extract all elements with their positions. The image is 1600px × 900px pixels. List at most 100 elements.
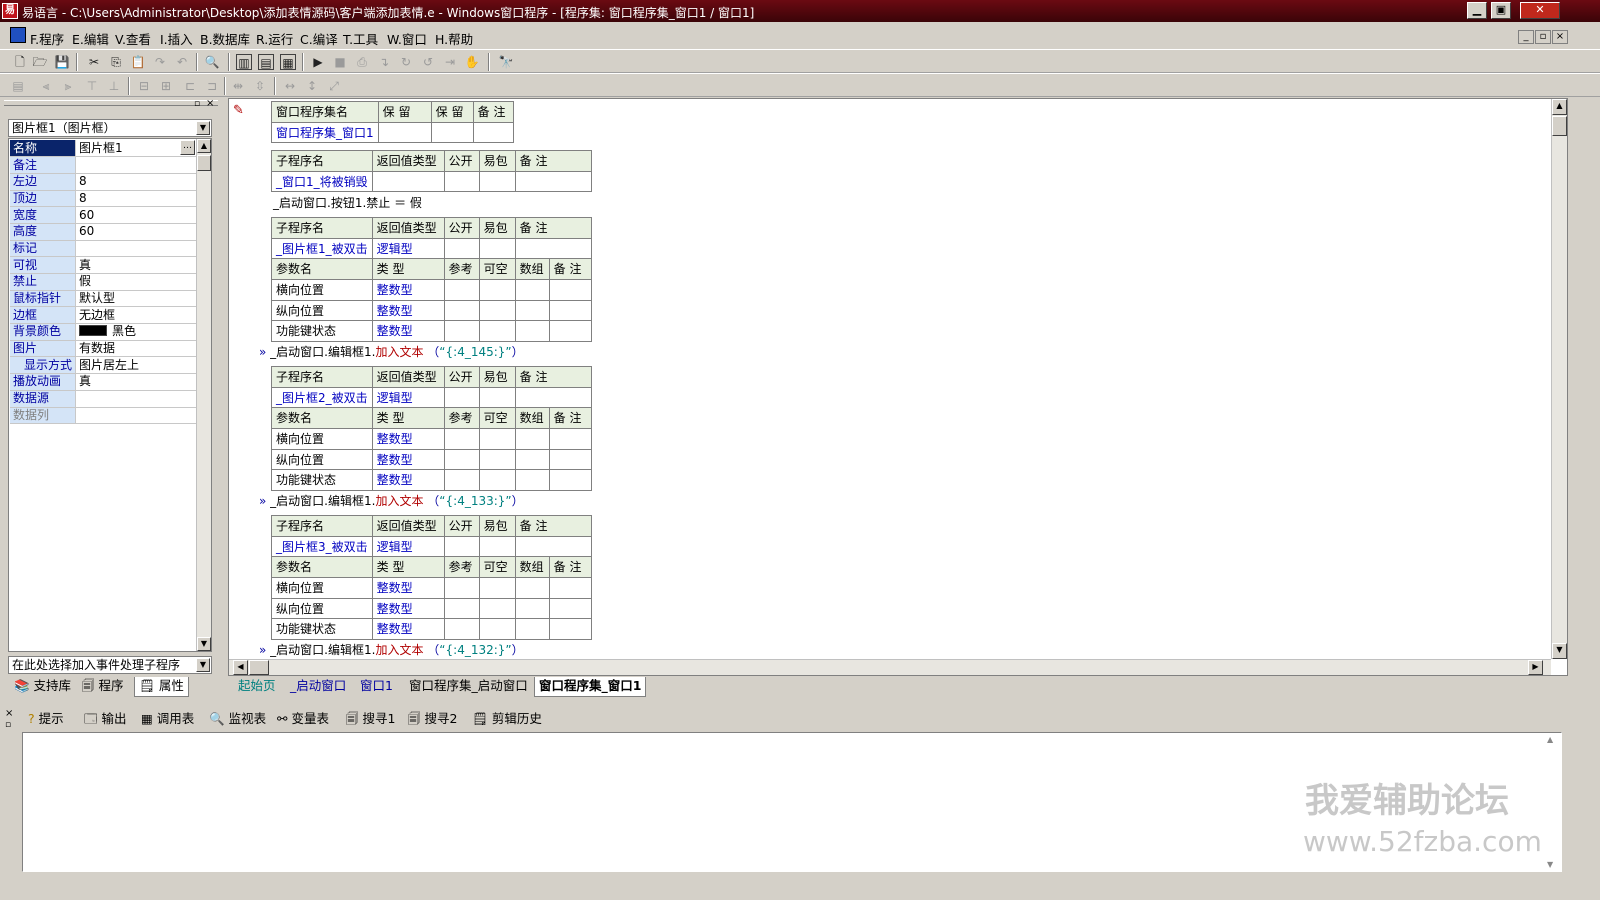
param-row[interactable]: 横向位置 整数型: [271, 577, 592, 599]
property-value[interactable]: 真: [75, 256, 196, 274]
scroll-thumb[interactable]: [197, 155, 211, 171]
tab-variables[interactable]: ⚯ 变量表: [277, 708, 329, 727]
tab-program[interactable]: 🗐 程序: [78, 677, 127, 697]
new-file-icon[interactable]: 🗋: [12, 54, 28, 70]
scroll-down-icon[interactable]: ▼: [1552, 643, 1567, 659]
sub-row[interactable]: _窗口1_将被销毁: [271, 170, 592, 193]
same-height-icon[interactable]: ⊐: [204, 78, 220, 94]
redo-icon[interactable]: ↷: [152, 54, 168, 70]
param-name[interactable]: 纵向位置: [271, 448, 373, 471]
property-value[interactable]: 图片框1: [75, 140, 196, 158]
property-value[interactable]: 8: [75, 173, 196, 191]
editor-hscrollbar[interactable]: ◀ ▶: [229, 659, 1551, 675]
size-both-icon[interactable]: ⤢: [326, 78, 342, 94]
property-row[interactable]: 数据列: [10, 407, 196, 425]
tab-assembly-startup[interactable]: 窗口程序集_启动窗口: [405, 677, 532, 697]
menu-run[interactable]: R.运行: [256, 29, 293, 48]
param-type[interactable]: 整数型: [371, 618, 445, 641]
output-area[interactable]: ▲ ▼ 我爱辅助论坛 www.52fzba.com: [22, 732, 1562, 872]
tab-clip-history[interactable]: 🗒 剪辑历史: [472, 708, 542, 727]
scroll-thumb[interactable]: [1552, 116, 1567, 136]
grid-icon[interactable]: ▤: [10, 78, 26, 94]
editor-vscrollbar[interactable]: ▲ ▼: [1551, 99, 1567, 659]
assembly-row[interactable]: 窗口程序集_窗口1: [271, 121, 514, 144]
menu-window[interactable]: W.窗口: [387, 29, 427, 48]
chevron-down-icon[interactable]: ▼: [196, 658, 210, 672]
param-type[interactable]: 整数型: [371, 469, 445, 492]
menu-compile[interactable]: C.编译: [300, 29, 338, 48]
scroll-up-icon[interactable]: ▲: [197, 139, 211, 153]
run-to-cursor-icon[interactable]: ⇥: [442, 54, 458, 70]
code-editor[interactable]: ✎ 窗口程序集名 保 留 保 留 备 注 窗口程序集_窗口1 子程序名 返回值类型…: [228, 98, 1568, 676]
maximize-button[interactable]: ▣: [1491, 2, 1511, 19]
align-right-icon[interactable]: ⫸: [60, 78, 76, 94]
scroll-up-icon[interactable]: ▲: [1552, 99, 1567, 115]
paste-icon[interactable]: 📋: [130, 54, 146, 70]
layout-bottom-icon[interactable]: ▤: [258, 54, 274, 70]
property-value[interactable]: [75, 156, 196, 174]
scroll-thumb[interactable]: [249, 660, 269, 675]
menu-view[interactable]: V.查看: [115, 29, 151, 48]
expand-marker-icon[interactable]: »: [259, 643, 266, 657]
param-type[interactable]: 整数型: [371, 448, 445, 471]
same-width-icon[interactable]: ⊏: [182, 78, 198, 94]
center-h-icon[interactable]: ⊟: [136, 78, 152, 94]
step-into-icon[interactable]: ↴: [376, 54, 392, 70]
tab-startup-window[interactable]: _启动窗口: [286, 677, 350, 697]
find-icon[interactable]: 🔍: [204, 54, 220, 70]
space-v-icon[interactable]: ⇳: [252, 78, 268, 94]
param-type[interactable]: 整数型: [371, 428, 445, 450]
center-v-icon[interactable]: ⊞: [158, 78, 174, 94]
hand-icon[interactable]: ✋: [464, 54, 480, 70]
align-top-icon[interactable]: ⊤: [84, 78, 100, 94]
layout-left-icon[interactable]: ▥: [236, 54, 252, 70]
param-name[interactable]: 横向位置: [271, 428, 373, 450]
sub-return-type[interactable]: 逻辑型: [371, 386, 445, 409]
param-row[interactable]: 纵向位置 整数型: [271, 448, 592, 471]
pen-icon[interactable]: ✎: [233, 103, 247, 118]
menu-tools[interactable]: T.工具: [343, 29, 378, 48]
tab-start-page[interactable]: 起始页: [234, 677, 280, 697]
param-type[interactable]: 整数型: [371, 299, 445, 322]
property-row[interactable]: 名称 图片框1: [10, 140, 196, 158]
ellipsis-button[interactable]: …: [180, 140, 195, 155]
sub-name[interactable]: _图片框1_被双击: [271, 237, 373, 260]
param-name[interactable]: 纵向位置: [271, 299, 373, 322]
property-value[interactable]: 有数据: [75, 340, 196, 358]
step-icon[interactable]: ⎙: [354, 54, 370, 70]
property-value[interactable]: 假: [75, 273, 196, 291]
left-panel-grip[interactable]: [4, 100, 218, 106]
property-value[interactable]: 无边框: [75, 306, 196, 325]
sub-row[interactable]: _图片框2_被双击 逻辑型: [271, 386, 592, 409]
tab-search2[interactable]: 🗐 搜寻2: [408, 708, 457, 731]
scroll-down-icon[interactable]: ▼: [197, 637, 211, 651]
event-selector[interactable]: 在此处选择加入事件处理子程序 ▼: [8, 656, 212, 674]
align-bottom-icon[interactable]: ⊥: [106, 78, 122, 94]
code-line-4[interactable]: » _启动窗口.编辑框1.加入文本 （“{:4_132:}”）: [259, 641, 524, 658]
space-h-icon[interactable]: ⇹: [230, 78, 246, 94]
property-row[interactable]: 标记: [10, 240, 196, 258]
property-value[interactable]: 图片居左上: [75, 356, 196, 375]
property-row[interactable]: 图片 有数据: [10, 340, 196, 358]
tab-watch[interactable]: 🔍 监视表: [209, 708, 266, 727]
property-row[interactable]: 禁止假: [10, 273, 196, 291]
param-name[interactable]: 功能键状态: [271, 469, 373, 492]
property-row[interactable]: 可视真: [10, 256, 196, 274]
code-line-3[interactable]: » _启动窗口.编辑框1.加入文本 （“{:4_133:}”）: [259, 492, 524, 509]
property-row[interactable]: 播放动画真: [10, 373, 196, 391]
tab-output[interactable]: 🗔 输出: [84, 708, 127, 731]
scroll-down-icon[interactable]: ▼: [1547, 860, 1553, 869]
param-row[interactable]: 横向位置 整数型: [271, 279, 592, 301]
param-name[interactable]: 功能键状态: [271, 618, 373, 641]
sub-row[interactable]: _图片框1_被双击 逻辑型: [271, 237, 592, 260]
menu-program[interactable]: F.程序: [30, 29, 64, 48]
scroll-right-icon[interactable]: ▶: [1528, 660, 1543, 675]
menu-help[interactable]: H.帮助: [435, 29, 473, 48]
param-type[interactable]: 整数型: [371, 577, 445, 599]
property-value[interactable]: 8: [75, 190, 196, 208]
mdi-restore-button[interactable]: ▫: [1535, 30, 1551, 44]
property-row[interactable]: 边框 无边框: [10, 306, 196, 325]
param-row[interactable]: 功能键状态 整数型: [271, 320, 592, 343]
output-scrollbar[interactable]: ▲ ▼: [1547, 735, 1559, 869]
param-row[interactable]: 纵向位置 整数型: [271, 299, 592, 322]
